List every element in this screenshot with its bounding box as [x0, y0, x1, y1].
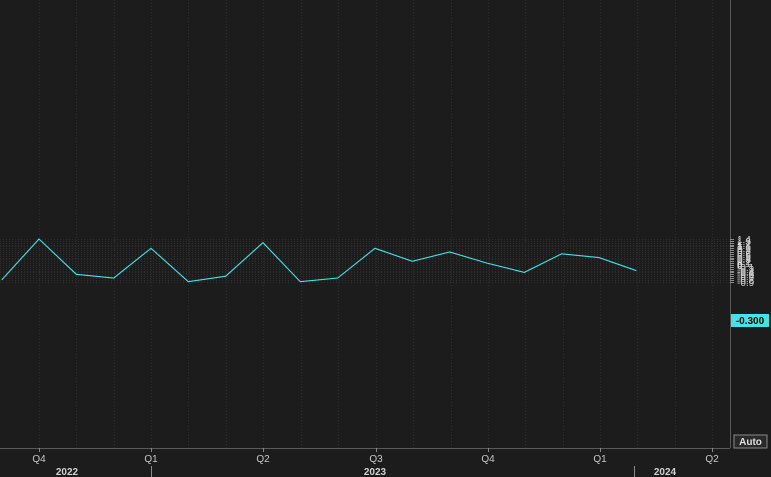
- x-year-label: 2024: [654, 467, 677, 477]
- x-axis-ticks: Q4 Q1 Q2 Q3 Q4 Q1 Q2 2022 2023 2024: [32, 448, 719, 477]
- last-value-label: -0.300: [736, 316, 765, 327]
- x-year-label: 2023: [364, 467, 387, 477]
- y-axis-ticks: 1.41.31.21.110.90.80.70.60.50.40.30.20.1…: [730, 235, 755, 289]
- y-tick-label: -0.9: [737, 278, 755, 289]
- x-tick-label: Q2: [256, 454, 270, 465]
- x-tick-label: Q1: [144, 454, 158, 465]
- plot-background: [0, 0, 730, 448]
- x-tick-label: Q3: [369, 454, 383, 465]
- x-tick-label: Q4: [32, 454, 46, 465]
- x-year-label: 2022: [56, 467, 79, 477]
- x-tick-label: Q2: [705, 454, 719, 465]
- scale-mode-button[interactable]: Auto: [733, 434, 768, 449]
- line-chart: 1.41.31.21.110.90.80.70.60.50.40.30.20.1…: [0, 0, 769, 477]
- scale-mode-label[interactable]: Auto: [739, 437, 762, 448]
- last-value-marker: -0.300: [731, 314, 769, 327]
- x-tick-label: Q1: [593, 454, 607, 465]
- x-tick-label: Q4: [481, 454, 495, 465]
